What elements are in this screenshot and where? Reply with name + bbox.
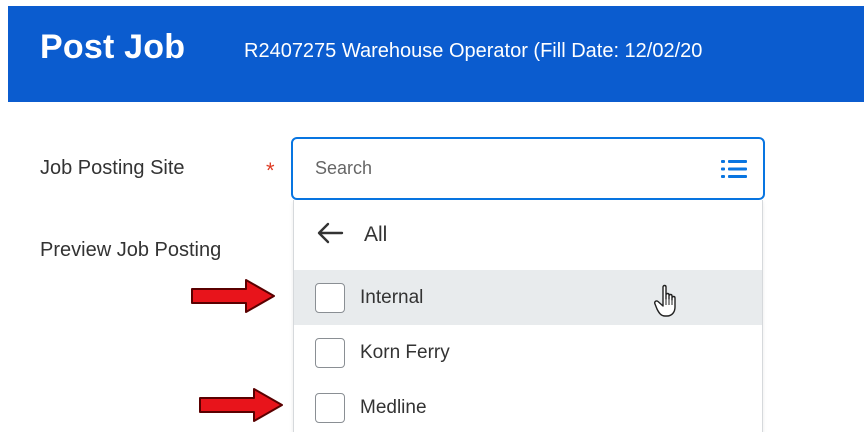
preview-job-posting-label: Preview Job Posting bbox=[40, 239, 222, 261]
option-checkbox[interactable] bbox=[315, 393, 345, 423]
search-input[interactable] bbox=[315, 158, 695, 179]
page-title: Post Job bbox=[40, 28, 186, 66]
option-checkbox[interactable] bbox=[315, 283, 345, 313]
option-checkbox[interactable] bbox=[315, 338, 345, 368]
job-posting-site-dropdown: All Internal Korn Ferry Medline bbox=[293, 200, 763, 432]
page-header: Post Job R2407275 Warehouse Operator (Fi… bbox=[8, 6, 864, 102]
back-to-all-button[interactable]: All bbox=[294, 200, 762, 268]
job-posting-site-label: Job Posting Site bbox=[40, 157, 185, 179]
arrow-left-icon bbox=[317, 222, 344, 244]
option-korn-ferry[interactable]: Korn Ferry bbox=[294, 325, 762, 380]
option-label: Korn Ferry bbox=[360, 342, 450, 363]
hand-pointer-icon bbox=[654, 284, 676, 317]
annotation-arrow-icon bbox=[199, 388, 283, 422]
back-to-all-label: All bbox=[364, 223, 388, 246]
option-label: Medline bbox=[360, 397, 427, 418]
option-internal[interactable]: Internal bbox=[294, 270, 762, 325]
page-subtitle: R2407275 Warehouse Operator (Fill Date: … bbox=[244, 40, 703, 62]
job-posting-site-search[interactable] bbox=[291, 137, 765, 200]
list-icon[interactable] bbox=[721, 158, 747, 180]
required-marker: * bbox=[266, 158, 275, 183]
option-label: Internal bbox=[360, 287, 424, 308]
annotation-arrow-icon bbox=[191, 279, 275, 313]
option-medline[interactable]: Medline bbox=[294, 380, 762, 432]
